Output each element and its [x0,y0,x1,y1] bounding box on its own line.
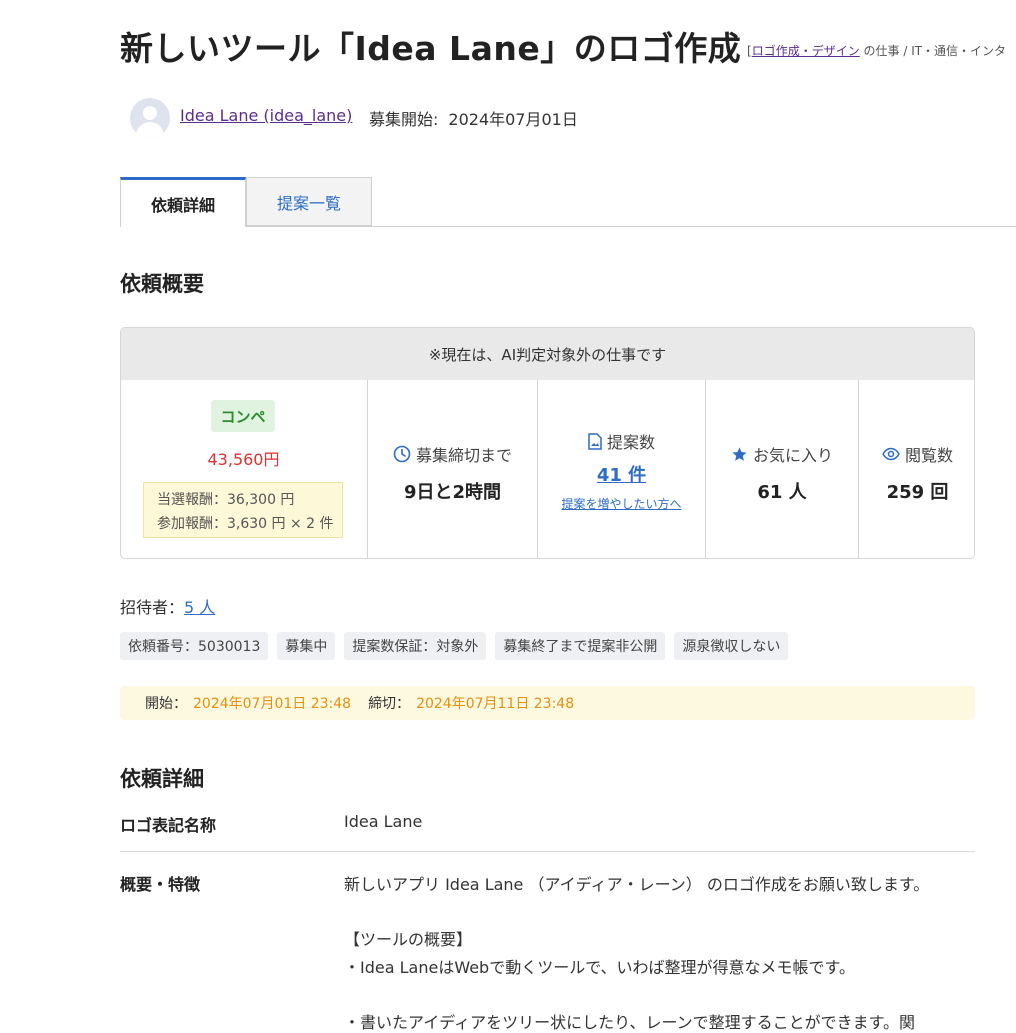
logo-name-value: Idea Lane [344,812,423,831]
proposals-cell: 提案数 41 件 提案を増やしたい方へ [537,380,705,558]
invited-row: 招待者：5 人 [120,598,216,617]
summary-line: 新しいアプリ Idea Lane （アイディア・レーン） のロゴ作成をお願い致し… [344,875,930,894]
client-avatar[interactable] [130,98,170,138]
page-title: 新しいツール「Idea Lane」のロゴ作成 [120,29,742,68]
tag-request-number: 依頼番号：5030013 [120,632,269,660]
favorites-value: 61 人 [757,482,807,503]
tag-private-proposals: 募集終了まで提案非公開 [495,632,666,660]
proposals-count-link[interactable]: 41 件 [597,465,646,486]
recruit-start: 募集開始: 2024年07月01日 [369,110,578,129]
start-datetime: 2024年07月01日 23:48 [193,696,352,712]
favorites-label: お気に入り [752,446,833,465]
reward-breakdown: 当選報酬：36,300 円 参加報酬：3,630 円 × 2 件 [143,482,343,538]
client-name-link[interactable]: Idea Lane (idea_lane) [180,106,352,125]
end-datetime: 2024年07月11日 23:48 [416,696,575,712]
invited-count-link[interactable]: 5 人 [184,598,215,617]
views-cell: 閲覧数 259 回 [858,380,974,558]
increase-proposals-link[interactable]: 提案を増やしたい方へ [561,497,681,511]
document-image-icon [588,432,602,450]
tab-proposal-list[interactable]: 提案一覧 [246,177,372,226]
total-price: 43,560円 [207,450,280,469]
tag-list: 依頼番号：5030013 募集中 提案数保証：対象外 募集終了まで提案非公開 源… [120,632,789,660]
overview-heading: 依頼概要 [120,272,204,296]
clock-icon [393,445,411,463]
logo-name-label: ロゴ表記名称 [120,816,217,835]
summary-label: 概要・特徴 [120,875,201,894]
details-heading: 依頼詳細 [120,767,204,791]
summary-line: 【ツールの概要】 [344,930,473,949]
eye-icon [882,447,900,461]
details-divider [120,851,975,852]
tag-status: 募集中 [277,632,336,660]
category-breadcrumb: [ロゴ作成・デザイン の仕事 / IT・通信・インタ [747,44,1007,58]
deadline-label: 募集締切まで [415,446,512,465]
tab-request-details[interactable]: 依頼詳細 [120,177,246,227]
summary-line: ・Idea LaneはWebで動くツールで、いわば整理が得意なメモ帳です。 [344,958,855,977]
views-label: 閲覧数 [904,446,953,465]
tab-underline [120,226,1016,227]
period-bar: 開始： 2024年07月01日 23:48 締切： 2024年07月11日 23… [120,686,975,720]
tag-proposal-guarantee: 提案数保証：対象外 [344,632,487,660]
ai-notice: ※現在は、AI判定対象外の仕事です [121,328,974,380]
summary-line: ・書いたアイディアをツリー状にしたり、レーンで整理することができます。関 [344,1013,916,1032]
star-icon [732,446,747,461]
proposals-label: 提案数 [606,433,655,452]
deadline-cell: 募集締切まで 9日と2時間 [367,380,537,558]
views-value: 259 回 [886,482,949,503]
category-link[interactable]: ロゴ作成・デザイン [752,44,860,58]
deadline-value: 9日と2時間 [403,482,502,503]
tag-withholding: 源泉徴収しない [674,632,789,660]
overview-summary-box: ※現在は、AI判定対象外の仕事です コンペ 43,560円 当選報酬：36,30… [120,327,975,559]
price-cell: コンペ 43,560円 当選報酬：36,300 円 参加報酬：3,630 円 ×… [121,380,367,558]
favorites-cell: お気に入り 61 人 [705,380,858,558]
competition-badge: コンペ [211,400,275,432]
